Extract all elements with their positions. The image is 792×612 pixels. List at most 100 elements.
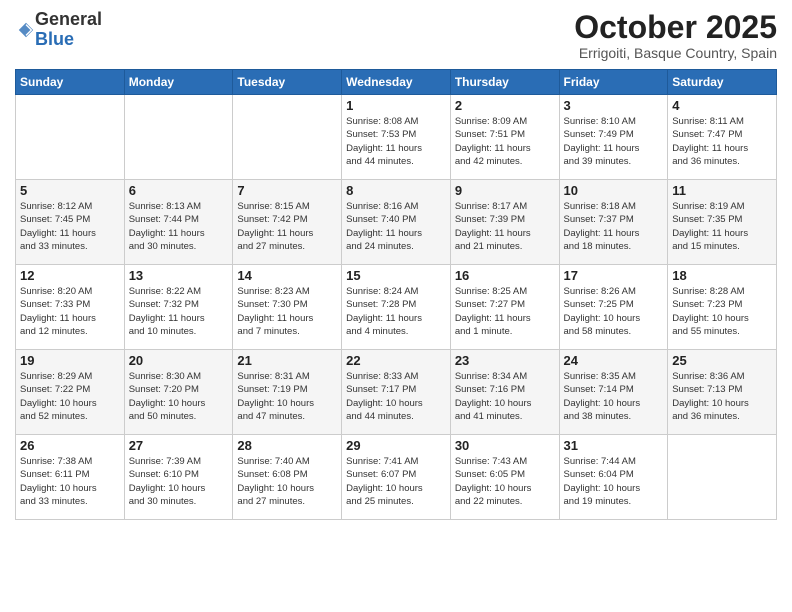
day-info: Sunrise: 8:18 AM Sunset: 7:37 PM Dayligh… <box>564 200 664 253</box>
week-row-5: 26 Sunrise: 7:38 AM Sunset: 6:11 PM Dayli… <box>16 435 777 520</box>
col-header-wednesday: Wednesday <box>342 70 451 95</box>
day-cell: 2Sunrise: 8:09 AM Sunset: 7:51 PM Daylig… <box>450 95 559 180</box>
day-cell: 18 Sunrise: 8:28 AM Sunset: 7:23 PM Dayli… <box>668 265 777 350</box>
day-info: Sunrise: 8:08 AM Sunset: 7:53 PM Dayligh… <box>346 115 446 168</box>
day-number: 1 <box>346 98 446 113</box>
day-cell: 10 Sunrise: 8:18 AM Sunset: 7:37 PM Dayli… <box>559 180 668 265</box>
day-number: 5 <box>20 183 120 198</box>
day-cell: 20 Sunrise: 8:30 AM Sunset: 7:20 PM Dayli… <box>124 350 233 435</box>
day-number: 21 <box>237 353 337 368</box>
day-cell: 25 Sunrise: 8:36 AM Sunset: 7:13 PM Dayli… <box>668 350 777 435</box>
logo-blue-text: Blue <box>35 30 102 50</box>
day-number: 17 <box>564 268 664 283</box>
week-row-1: 1 Sunrise: 8:08 AM Sunset: 7:53 PM Daylig… <box>16 95 777 180</box>
day-cell <box>16 95 125 180</box>
day-number: 26 <box>20 438 120 453</box>
day-info: Sunrise: 8:29 AM Sunset: 7:22 PM Dayligh… <box>20 370 120 423</box>
day-cell: 4 Sunrise: 8:11 AM Sunset: 7:47 PM Daylig… <box>668 95 777 180</box>
day-info: Sunrise: 8:31 AM Sunset: 7:19 PM Dayligh… <box>237 370 337 423</box>
day-info: Sunrise: 8:23 AM Sunset: 7:30 PM Dayligh… <box>237 285 337 338</box>
day-info: Sunrise: 8:19 AM Sunset: 7:35 PM Dayligh… <box>672 200 772 253</box>
day-info: Sunrise: 8:35 AM Sunset: 7:14 PM Dayligh… <box>564 370 664 423</box>
day-number: 6 <box>129 183 229 198</box>
day-cell <box>668 435 777 520</box>
col-header-thursday: Thursday <box>450 70 559 95</box>
day-cell: 8 Sunrise: 8:16 AM Sunset: 7:40 PM Daylig… <box>342 180 451 265</box>
day-number: 13 <box>129 268 229 283</box>
week-row-3: 12Sunrise: 8:20 AM Sunset: 7:33 PM Dayli… <box>16 265 777 350</box>
day-info: Sunrise: 7:44 AM Sunset: 6:04 PM Dayligh… <box>564 455 664 508</box>
day-number: 8 <box>346 183 446 198</box>
day-number: 28 <box>237 438 337 453</box>
col-header-monday: Monday <box>124 70 233 95</box>
day-cell: 15Sunrise: 8:24 AM Sunset: 7:28 PM Dayli… <box>342 265 451 350</box>
day-number: 24 <box>564 353 664 368</box>
day-number: 4 <box>672 98 772 113</box>
day-info: Sunrise: 8:12 AM Sunset: 7:45 PM Dayligh… <box>20 200 120 253</box>
day-info: Sunrise: 8:33 AM Sunset: 7:17 PM Dayligh… <box>346 370 446 423</box>
day-info: Sunrise: 8:20 AM Sunset: 7:33 PM Dayligh… <box>20 285 120 338</box>
day-number: 25 <box>672 353 772 368</box>
day-cell: 3Sunrise: 8:10 AM Sunset: 7:49 PM Daylig… <box>559 95 668 180</box>
day-cell <box>233 95 342 180</box>
day-cell: 1 Sunrise: 8:08 AM Sunset: 7:53 PM Daylig… <box>342 95 451 180</box>
page: General Blue October 2025 Errigoiti, Bas… <box>0 0 792 612</box>
title-block: October 2025 Errigoiti, Basque Country, … <box>574 10 777 61</box>
day-number: 14 <box>237 268 337 283</box>
day-number: 9 <box>455 183 555 198</box>
week-row-4: 19Sunrise: 8:29 AM Sunset: 7:22 PM Dayli… <box>16 350 777 435</box>
day-info: Sunrise: 8:11 AM Sunset: 7:47 PM Dayligh… <box>672 115 772 168</box>
col-header-saturday: Saturday <box>668 70 777 95</box>
day-number: 22 <box>346 353 446 368</box>
day-info: Sunrise: 8:25 AM Sunset: 7:27 PM Dayligh… <box>455 285 555 338</box>
day-number: 18 <box>672 268 772 283</box>
day-number: 27 <box>129 438 229 453</box>
header: General Blue October 2025 Errigoiti, Bas… <box>15 10 777 61</box>
day-cell: 23Sunrise: 8:34 AM Sunset: 7:16 PM Dayli… <box>450 350 559 435</box>
col-header-tuesday: Tuesday <box>233 70 342 95</box>
day-number: 29 <box>346 438 446 453</box>
day-info: Sunrise: 7:39 AM Sunset: 6:10 PM Dayligh… <box>129 455 229 508</box>
day-cell: 17 Sunrise: 8:26 AM Sunset: 7:25 PM Dayli… <box>559 265 668 350</box>
day-number: 2 <box>455 98 555 113</box>
location-subtitle: Errigoiti, Basque Country, Spain <box>574 45 777 61</box>
day-info: Sunrise: 8:16 AM Sunset: 7:40 PM Dayligh… <box>346 200 446 253</box>
logo-general-text: General <box>35 10 102 30</box>
day-info: Sunrise: 8:22 AM Sunset: 7:32 PM Dayligh… <box>129 285 229 338</box>
day-cell: 13 Sunrise: 8:22 AM Sunset: 7:32 PM Dayli… <box>124 265 233 350</box>
week-row-2: 5 Sunrise: 8:12 AM Sunset: 7:45 PM Daylig… <box>16 180 777 265</box>
day-info: Sunrise: 8:17 AM Sunset: 7:39 PM Dayligh… <box>455 200 555 253</box>
day-info: Sunrise: 8:13 AM Sunset: 7:44 PM Dayligh… <box>129 200 229 253</box>
day-number: 20 <box>129 353 229 368</box>
day-cell <box>124 95 233 180</box>
day-info: Sunrise: 8:36 AM Sunset: 7:13 PM Dayligh… <box>672 370 772 423</box>
day-info: Sunrise: 7:38 AM Sunset: 6:11 PM Dayligh… <box>20 455 120 508</box>
day-cell: 26 Sunrise: 7:38 AM Sunset: 6:11 PM Dayli… <box>16 435 125 520</box>
day-number: 30 <box>455 438 555 453</box>
day-info: Sunrise: 8:15 AM Sunset: 7:42 PM Dayligh… <box>237 200 337 253</box>
day-number: 10 <box>564 183 664 198</box>
day-number: 31 <box>564 438 664 453</box>
day-info: Sunrise: 7:40 AM Sunset: 6:08 PM Dayligh… <box>237 455 337 508</box>
col-header-friday: Friday <box>559 70 668 95</box>
day-info: Sunrise: 8:10 AM Sunset: 7:49 PM Dayligh… <box>564 115 664 168</box>
logo: General Blue <box>15 10 102 50</box>
day-info: Sunrise: 8:34 AM Sunset: 7:16 PM Dayligh… <box>455 370 555 423</box>
day-info: Sunrise: 8:28 AM Sunset: 7:23 PM Dayligh… <box>672 285 772 338</box>
day-info: Sunrise: 8:26 AM Sunset: 7:25 PM Dayligh… <box>564 285 664 338</box>
day-number: 15 <box>346 268 446 283</box>
day-number: 11 <box>672 183 772 198</box>
day-number: 7 <box>237 183 337 198</box>
day-cell: 9 Sunrise: 8:17 AM Sunset: 7:39 PM Daylig… <box>450 180 559 265</box>
logo-icon <box>17 21 35 39</box>
day-headers-row: SundayMondayTuesdayWednesdayThursdayFrid… <box>16 70 777 95</box>
day-info: Sunrise: 7:43 AM Sunset: 6:05 PM Dayligh… <box>455 455 555 508</box>
day-cell: 6 Sunrise: 8:13 AM Sunset: 7:44 PM Daylig… <box>124 180 233 265</box>
calendar-table: SundayMondayTuesdayWednesdayThursdayFrid… <box>15 69 777 520</box>
day-cell: 28 Sunrise: 7:40 AM Sunset: 6:08 PM Dayli… <box>233 435 342 520</box>
day-cell: 27 Sunrise: 7:39 AM Sunset: 6:10 PM Dayli… <box>124 435 233 520</box>
day-info: Sunrise: 8:30 AM Sunset: 7:20 PM Dayligh… <box>129 370 229 423</box>
logo-text: General Blue <box>35 10 102 50</box>
day-cell: 22 Sunrise: 8:33 AM Sunset: 7:17 PM Dayli… <box>342 350 451 435</box>
month-title: October 2025 <box>574 10 777 45</box>
